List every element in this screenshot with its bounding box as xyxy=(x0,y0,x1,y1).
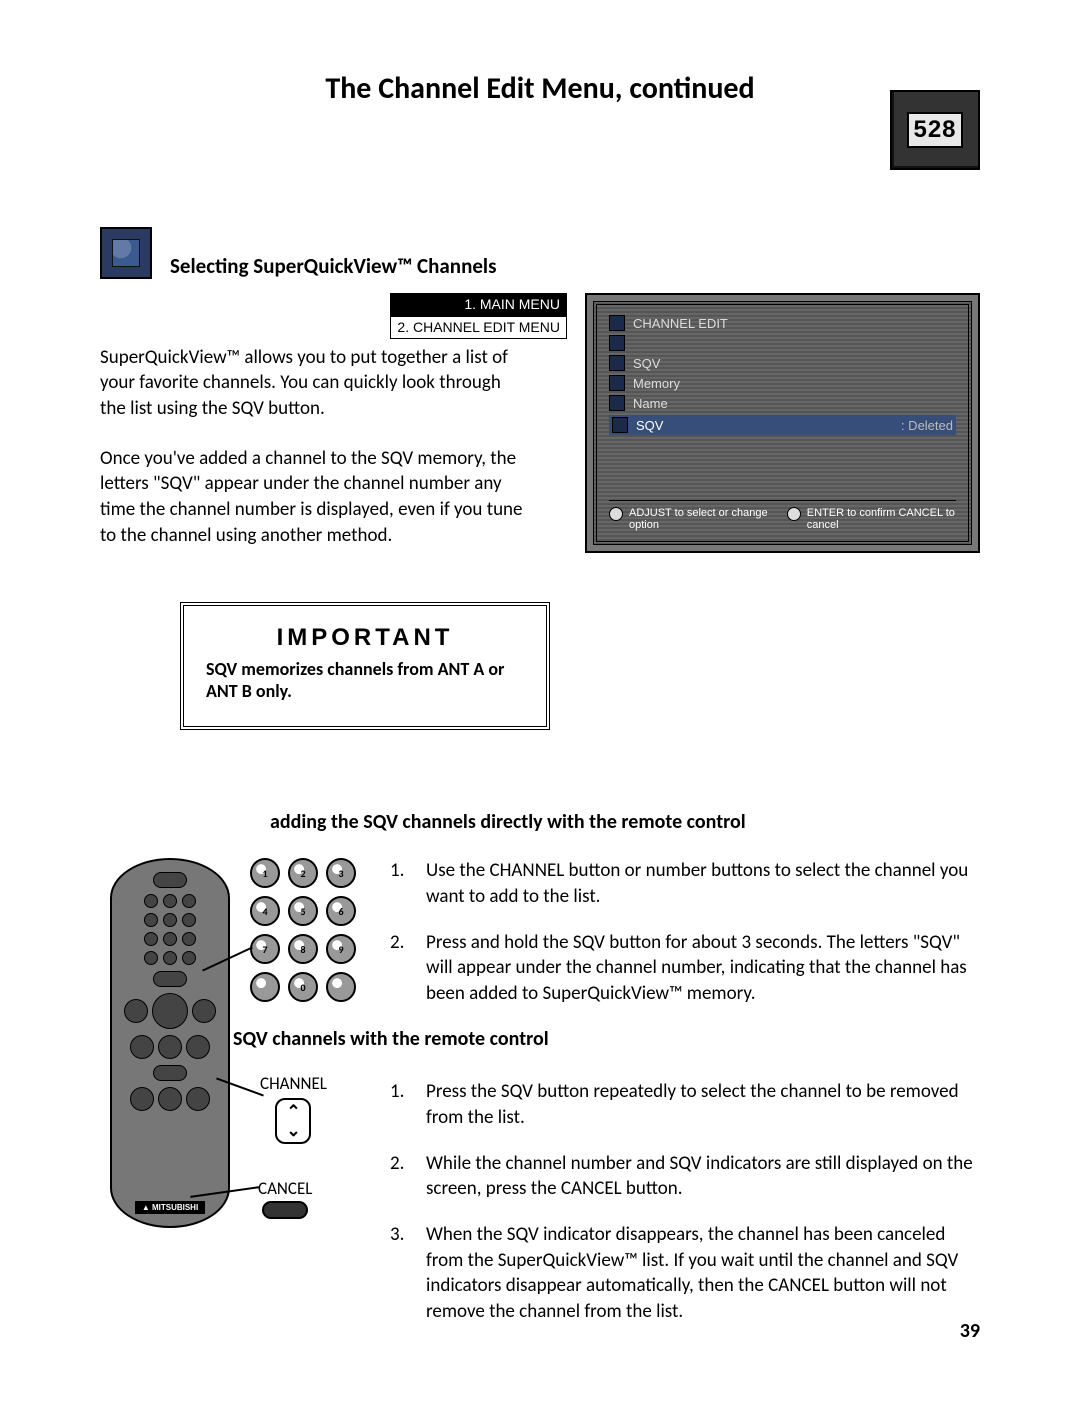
tv-screenshot: CHANNEL EDIT SQV Memory Name SQV : Delet… xyxy=(585,293,980,553)
section-heading: Selecting SuperQuickView™ Channels xyxy=(170,253,496,279)
menu-item: CHANNEL EDIT xyxy=(633,316,728,331)
section-icon xyxy=(100,227,152,279)
menu-item: SQV xyxy=(633,356,660,371)
adding-step-2: Press and hold the SQV button for about … xyxy=(426,930,980,1007)
remote-illustration: 123 456 789 0 ▲ MITSUBISHI CHANNEL ⌃⌄ xyxy=(100,858,360,1344)
keypad-detail: 123 456 789 0 xyxy=(250,858,356,1002)
removing-steps: 1.Press the SQV button repeatedly to sel… xyxy=(390,1079,980,1324)
important-title: IMPORTANT xyxy=(206,624,524,652)
channel-rocker-icon: ⌃⌄ xyxy=(275,1098,311,1144)
removing-step-3: When the SQV indicator disappears, the c… xyxy=(426,1222,980,1325)
menu-item-selected: SQV xyxy=(636,418,663,433)
page-number: 39 xyxy=(960,1319,980,1343)
removing-step-1: Press the SQV button repeatedly to selec… xyxy=(426,1079,980,1130)
breadcrumb-main: 1. MAIN MENU xyxy=(390,293,567,316)
hint-left: ADJUST to select or change option xyxy=(629,507,769,531)
page-title: The Channel Edit Menu, continued xyxy=(100,70,980,107)
intro-paragraph-1: SuperQuickView™ allows you to put togeth… xyxy=(100,345,530,422)
hint-right: ENTER to confirm CANCEL to cancel xyxy=(807,507,956,531)
menu-item: Name xyxy=(633,396,668,411)
important-body: SQV memorizes channels from ANT A or ANT… xyxy=(206,658,524,702)
remote-cancel-button xyxy=(153,1065,187,1081)
adding-step-1: Use the CHANNEL button or number buttons… xyxy=(426,858,980,909)
intro-paragraph-2: Once you've added a channel to the SQV m… xyxy=(100,446,530,549)
page-corner-icon: 528 xyxy=(890,90,980,170)
adding-steps: 1.Use the CHANNEL button or number butto… xyxy=(390,858,980,1006)
remote-button xyxy=(153,872,187,888)
cancel-button-label: CANCEL xyxy=(258,1178,312,1219)
breadcrumb-sub: 2. CHANNEL EDIT MENU xyxy=(390,316,567,339)
important-box: IMPORTANT SQV memorizes channels from AN… xyxy=(180,602,550,730)
page-corner-badge: 528 xyxy=(907,112,962,148)
breadcrumb: 1. MAIN MENU 2. CHANNEL EDIT MENU xyxy=(390,293,567,339)
channel-button-label: CHANNEL ⌃⌄ xyxy=(260,1073,327,1144)
adjust-icon xyxy=(609,507,623,521)
adding-heading: adding the SQV channels directly with th… xyxy=(270,810,980,834)
remote-keypad xyxy=(144,894,196,965)
enter-icon xyxy=(787,507,801,521)
cancel-pill-icon xyxy=(262,1201,308,1219)
menu-item-value: : Deleted xyxy=(901,418,953,433)
removing-step-2: While the channel number and SQV indicat… xyxy=(426,1151,980,1202)
remote-brand: ▲ MITSUBISHI xyxy=(135,1201,205,1214)
menu-item: Memory xyxy=(633,376,680,391)
